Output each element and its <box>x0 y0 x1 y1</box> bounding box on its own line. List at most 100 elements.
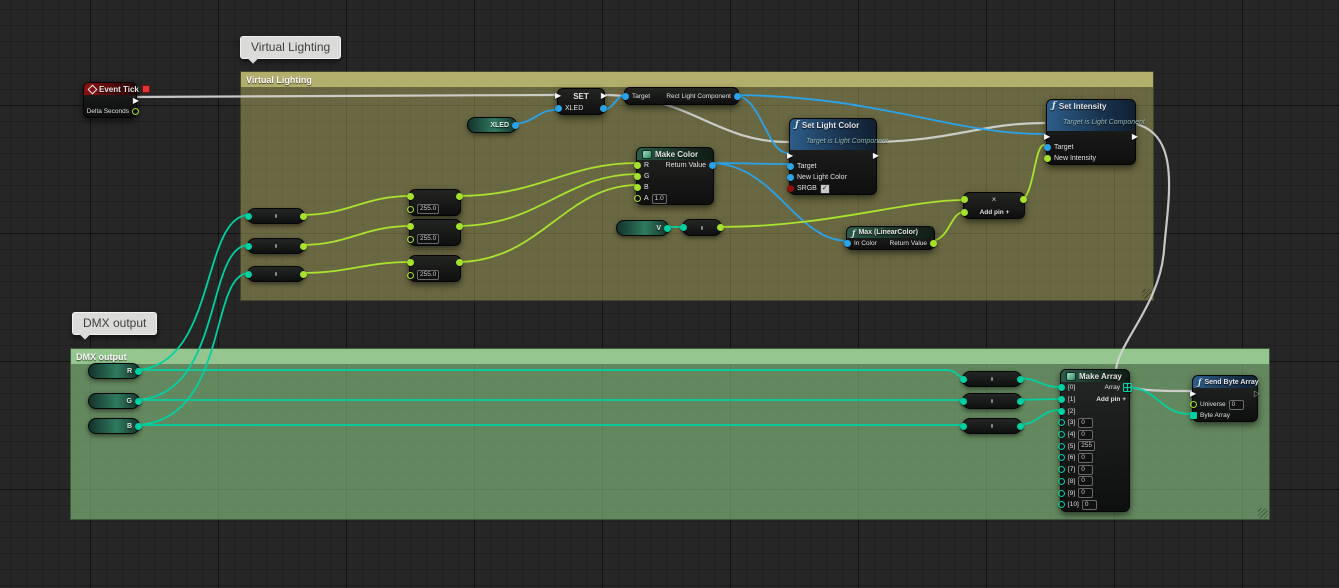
array-element-pin[interactable] <box>1058 396 1065 403</box>
element-value-field[interactable]: 0 <box>1078 453 1093 463</box>
g-in-pin[interactable] <box>634 173 641 180</box>
exec-out-pin[interactable]: ▷ <box>1254 390 1260 398</box>
comment-resize-handle[interactable] <box>1142 289 1152 299</box>
xled-in-pin[interactable] <box>555 105 562 112</box>
a-in-pin[interactable] <box>634 195 641 202</box>
conv-out-pin[interactable] <box>1017 398 1024 405</box>
conv-out-pin[interactable] <box>300 243 307 250</box>
conv-out-pin[interactable] <box>717 224 724 231</box>
a-value-field[interactable]: 1.0 <box>652 194 667 204</box>
new-intensity-pin[interactable] <box>1044 155 1051 162</box>
return-value-pin[interactable] <box>709 162 716 169</box>
divide-b-pin[interactable] <box>407 272 414 279</box>
divide-value-field[interactable]: 255.0 <box>417 234 439 244</box>
node-max-linearcolor[interactable]: ƒ Max (LinearColor) In Color Return Valu… <box>846 226 935 250</box>
conv-in-pin[interactable] <box>245 243 252 250</box>
node-multiply[interactable]: × Add pin + <box>963 192 1025 219</box>
multiply-out-pin[interactable] <box>1020 196 1027 203</box>
node-r-getter[interactable]: R <box>88 363 140 379</box>
b-out-pin[interactable] <box>135 423 142 430</box>
element-value-field[interactable]: 0 <box>1078 488 1093 498</box>
target-pin[interactable] <box>787 163 794 170</box>
node-divide-b[interactable]: 255.0 <box>409 255 461 282</box>
node-make-array[interactable]: Make Array [0] Array [1] Add pin + [2] [… <box>1060 369 1130 512</box>
conv-in-pin[interactable] <box>245 271 252 278</box>
b-in-pin[interactable] <box>634 184 641 191</box>
conv-out-pin[interactable] <box>1017 376 1024 383</box>
array-element-pin[interactable] <box>1058 384 1065 391</box>
exec-in-pin[interactable]: ▶ <box>787 152 793 160</box>
element-value-field[interactable]: 0 <box>1078 430 1093 440</box>
node-conversion-v[interactable] <box>682 219 722 236</box>
return-value-pin[interactable] <box>930 240 937 247</box>
xled-passthrough-pin[interactable] <box>600 105 607 112</box>
r-in-pin[interactable] <box>634 162 641 169</box>
conv-out-pin[interactable] <box>1017 423 1024 430</box>
divide-in-pin[interactable] <box>407 223 414 230</box>
comment-dmx-output-header[interactable]: DMX output <box>71 349 1269 364</box>
divide-value-field[interactable]: 255.0 <box>417 204 439 214</box>
exec-in-pin[interactable]: ▶ <box>1190 390 1196 398</box>
array-element-pin[interactable] <box>1058 408 1065 415</box>
g-out-pin[interactable] <box>135 398 142 405</box>
divide-b-pin[interactable] <box>407 236 414 243</box>
exec-in-pin[interactable]: ▶ <box>555 92 561 100</box>
conv-out-pin[interactable] <box>300 213 307 220</box>
srgb-pin[interactable] <box>787 185 794 192</box>
conv-in-pin[interactable] <box>960 398 967 405</box>
add-pin-button[interactable]: Add pin + <box>980 209 1010 216</box>
element-value-field[interactable]: 255 <box>1078 441 1095 451</box>
conv-in-pin[interactable] <box>680 224 687 231</box>
node-set-light-color[interactable]: ƒ Set Light Color Target is Light Compon… <box>789 118 877 195</box>
array-element-pin[interactable] <box>1058 419 1065 426</box>
node-event-tick[interactable]: Event Tick ▶ Delta Seconds <box>83 82 137 118</box>
v-out-pin[interactable] <box>664 225 671 232</box>
multiply-in1-pin[interactable] <box>961 196 968 203</box>
target-pin[interactable] <box>1044 144 1051 151</box>
byte-array-pin[interactable] <box>1190 412 1197 419</box>
divide-out-pin[interactable] <box>456 259 463 266</box>
new-light-color-pin[interactable] <box>787 174 794 181</box>
exec-out-pin[interactable]: ▶ <box>133 97 139 105</box>
node-rect-light-component[interactable]: Target Rect Light Component <box>624 87 739 105</box>
node-divide-r[interactable]: 255.0 <box>409 189 461 216</box>
node-v-getter[interactable]: V <box>616 220 669 236</box>
node-xled-getter[interactable]: XLED <box>467 117 517 133</box>
xled-out-pin[interactable] <box>512 122 519 129</box>
conv-out-pin[interactable] <box>300 271 307 278</box>
divide-in-pin[interactable] <box>407 259 414 266</box>
in-color-pin[interactable] <box>844 240 851 247</box>
node-dmx-conversion-r[interactable] <box>962 371 1022 387</box>
rect-light-out-pin[interactable] <box>734 93 741 100</box>
target-in-pin[interactable] <box>622 93 629 100</box>
node-conversion-r[interactable] <box>247 208 305 224</box>
node-send-byte-array[interactable]: ƒ Send Byte Array ▶ ▷ Universe 0 Byte Ar… <box>1192 375 1258 422</box>
array-element-pin[interactable] <box>1058 478 1065 485</box>
srgb-checkbox[interactable]: ✓ <box>820 184 830 194</box>
graph-canvas[interactable]: Virtual Lighting DMX output <box>0 0 1339 588</box>
comment-resize-handle[interactable] <box>1258 508 1268 518</box>
node-divide-g[interactable]: 255.0 <box>409 219 461 246</box>
node-conversion-b[interactable] <box>247 266 305 282</box>
array-element-pin[interactable] <box>1058 454 1065 461</box>
add-pin-button[interactable]: Add pin + <box>1096 396 1126 403</box>
array-element-pin[interactable] <box>1058 443 1065 450</box>
array-element-pin[interactable] <box>1058 490 1065 497</box>
divide-value-field[interactable]: 255.0 <box>417 270 439 280</box>
multiply-in2-pin[interactable] <box>961 209 968 216</box>
conv-in-pin[interactable] <box>960 423 967 430</box>
exec-in-pin[interactable]: ▶ <box>1044 133 1050 141</box>
exec-out-pin[interactable]: ▶ <box>873 152 879 160</box>
conv-in-pin[interactable] <box>245 213 252 220</box>
exec-out-pin[interactable]: ▶ <box>1132 133 1138 141</box>
divide-out-pin[interactable] <box>456 193 463 200</box>
node-conversion-g[interactable] <box>247 238 305 254</box>
node-dmx-conversion-b[interactable] <box>962 418 1022 434</box>
array-element-pin[interactable] <box>1058 466 1065 473</box>
divide-in-pin[interactable] <box>407 193 414 200</box>
node-set-xled[interactable]: ▶ SET ▶ XLED <box>557 88 605 115</box>
array-element-pin[interactable] <box>1058 431 1065 438</box>
node-b-getter[interactable]: B <box>88 418 140 434</box>
element-value-field[interactable]: 0 <box>1078 418 1093 428</box>
node-dmx-conversion-g[interactable] <box>962 393 1022 409</box>
